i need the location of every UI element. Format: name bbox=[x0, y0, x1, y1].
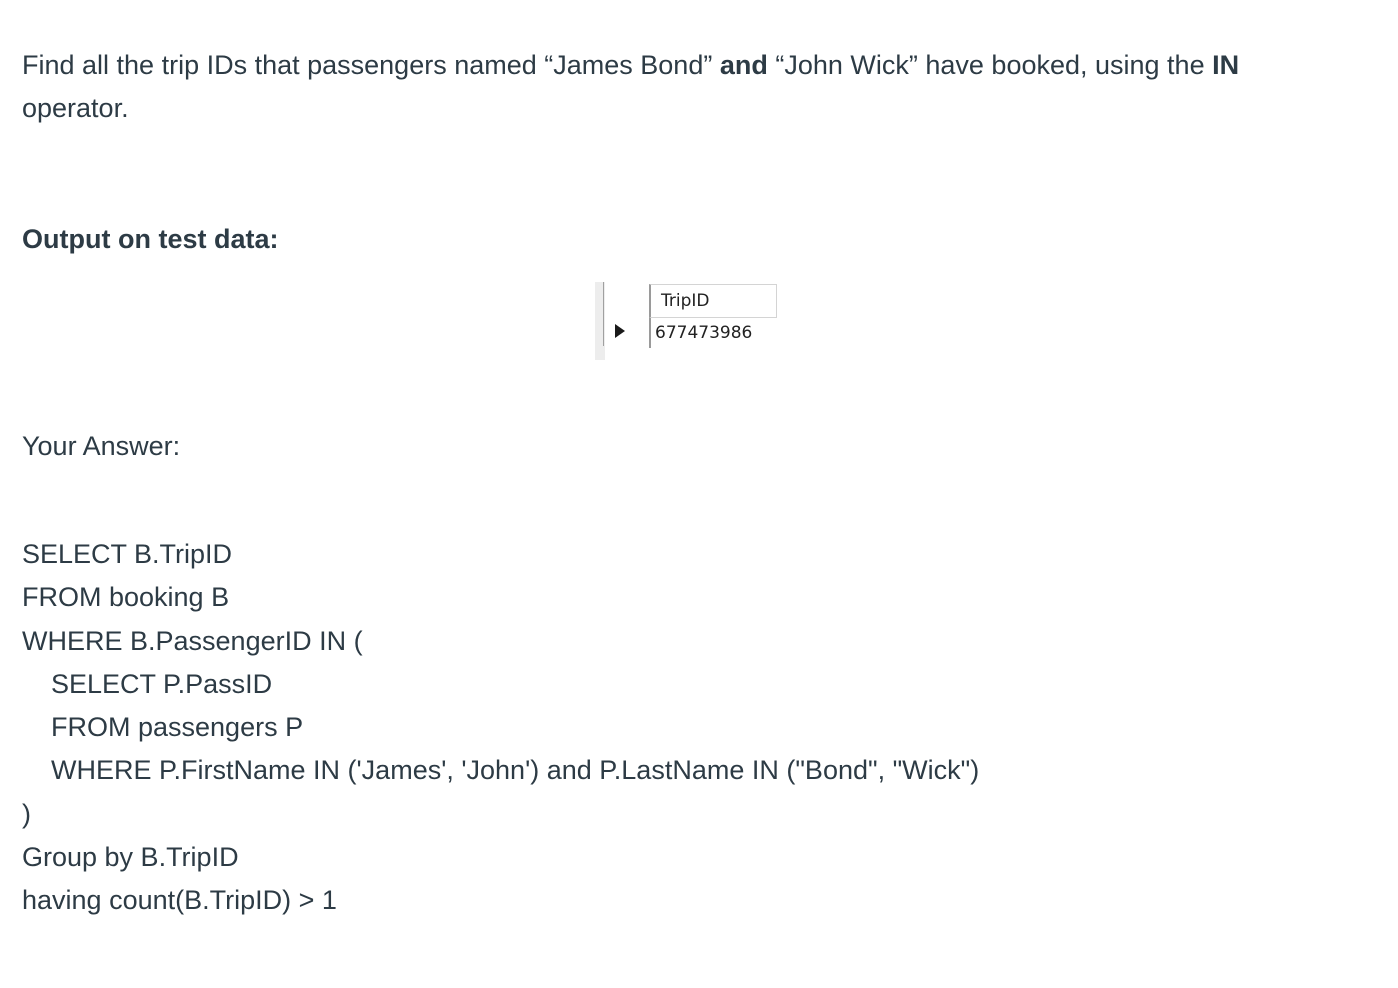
question-part-3: operator. bbox=[22, 93, 129, 123]
question-bold-in: IN bbox=[1212, 50, 1240, 80]
code-line: having count(B.TripID) > 1 bbox=[22, 885, 337, 916]
question-text: Find all the trip IDs that passengers na… bbox=[22, 44, 1352, 130]
grid-cell-value: 677473986 bbox=[655, 323, 753, 343]
code-line: WHERE P.FirstName IN ('James', 'John') a… bbox=[51, 755, 980, 786]
question-bold-and: and bbox=[719, 50, 768, 80]
code-line: FROM passengers P bbox=[51, 712, 304, 743]
question-part-1: Find all the trip IDs that passengers na… bbox=[22, 50, 720, 80]
grid-cell: 677473986 bbox=[649, 318, 777, 348]
answer-code: SELECT B.TripID FROM booking B WHERE B.P… bbox=[22, 533, 979, 923]
question-part-2: “John Wick” have booked, using the bbox=[767, 50, 1213, 80]
code-line: WHERE B.PassengerID IN ( bbox=[22, 625, 363, 656]
result-grid: TripID 677473986 bbox=[595, 282, 778, 360]
answer-label: Your Answer: bbox=[22, 431, 181, 461]
code-line: FROM booking B bbox=[22, 582, 230, 613]
column-header-tripid: TripID bbox=[649, 284, 777, 318]
column-header-label: TripID bbox=[661, 291, 710, 311]
code-line: SELECT P.PassID bbox=[51, 668, 273, 699]
code-line: Group by B.TripID bbox=[22, 842, 239, 873]
row-selector-column bbox=[603, 282, 648, 346]
current-row-arrow-icon bbox=[615, 324, 625, 338]
output-heading: Output on test data: bbox=[22, 224, 279, 254]
code-line: ) bbox=[22, 798, 31, 829]
code-line: SELECT B.TripID bbox=[22, 539, 233, 569]
